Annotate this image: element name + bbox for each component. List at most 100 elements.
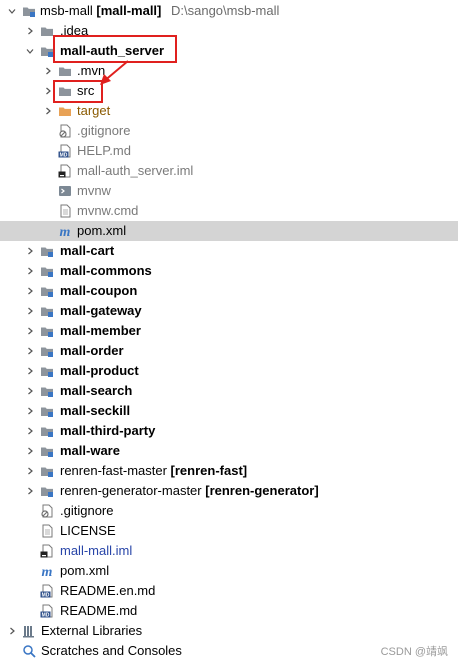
tree-row-renren-generator[interactable]: renren-generator-master [renren-generato… xyxy=(0,481,458,501)
tree-row-module[interactable]: mall-member xyxy=(0,321,458,341)
tree-row-readme-en[interactable]: README.en.md xyxy=(0,581,458,601)
module-folder-icon xyxy=(40,444,54,458)
chevron-right-icon[interactable] xyxy=(24,321,36,341)
text-file-icon xyxy=(40,524,54,538)
chevron-right-icon[interactable] xyxy=(24,261,36,281)
tree-item-label: .gitignore xyxy=(77,123,131,138)
tree-item-label: mvnw.cmd xyxy=(77,203,139,218)
folder-icon xyxy=(40,24,54,38)
module-name: [renren-generator] xyxy=(205,483,319,498)
chevron-right-icon[interactable] xyxy=(24,301,36,321)
tree-item-label: mall-member xyxy=(60,323,141,338)
chevron-right-icon[interactable] xyxy=(24,461,36,481)
folder-icon xyxy=(58,64,72,78)
tree-item-label: pom.xml xyxy=(60,563,110,578)
tree-row-renren-fast[interactable]: renren-fast-master [renren-fast] xyxy=(0,461,458,481)
chevron-right-icon[interactable] xyxy=(24,21,36,41)
tree-row-mvnw-cmd[interactable]: mvnw.cmd xyxy=(0,201,458,221)
tree-item-label: mall-cart xyxy=(60,243,115,258)
chevron-right-icon[interactable] xyxy=(24,481,36,501)
module-folder-icon xyxy=(40,364,54,378)
tree-row-target[interactable]: target xyxy=(0,101,458,121)
module-folder-icon xyxy=(40,484,54,498)
tree-item-label: .mvn xyxy=(77,63,106,78)
libraries-icon xyxy=(22,624,36,638)
tree-row-module[interactable]: mall-product xyxy=(0,361,458,381)
tree-row-root-pom[interactable]: pom.xml xyxy=(0,561,458,581)
chevron-right-icon[interactable] xyxy=(24,341,36,361)
module-folder-icon xyxy=(40,264,54,278)
chevron-right-icon[interactable] xyxy=(24,381,36,401)
markdown-file-icon xyxy=(40,584,54,598)
chevron-down-icon[interactable] xyxy=(6,1,18,21)
tree-item-label: mall-seckill xyxy=(60,403,131,418)
tree-item-label: Scratches and Consoles xyxy=(41,643,182,658)
tree-item-label: renren-generator-master xyxy=(60,483,202,498)
tree-item-label: .gitignore xyxy=(60,503,114,518)
tree-item-label: mall-mall.iml xyxy=(60,543,133,558)
tree-item-label: mall-third-party xyxy=(60,423,156,438)
chevron-right-icon[interactable] xyxy=(6,621,18,641)
tree-item-label: mall-product xyxy=(60,363,139,378)
tree-row-help[interactable]: HELP.md xyxy=(0,141,458,161)
tree-item-label: mall-search xyxy=(60,383,133,398)
chevron-right-icon[interactable] xyxy=(42,61,54,81)
module-folder-icon xyxy=(40,304,54,318)
text-file-icon xyxy=(58,204,72,218)
tree-row-readme[interactable]: README.md xyxy=(0,601,458,621)
tree-row-auth-pom[interactable]: pom.xml xyxy=(0,221,458,241)
tree-row-root-gitignore[interactable]: .gitignore xyxy=(0,501,458,521)
tree-row-module[interactable]: mall-third-party xyxy=(0,421,458,441)
tree-item-label: External Libraries xyxy=(41,623,143,638)
excluded-folder-icon xyxy=(58,104,72,118)
tree-row-mvn[interactable]: .mvn xyxy=(0,61,458,81)
module-folder-icon xyxy=(40,384,54,398)
chevron-right-icon[interactable] xyxy=(24,241,36,261)
tree-row-module[interactable]: mall-ware xyxy=(0,441,458,461)
tree-item-label: mall-coupon xyxy=(60,283,138,298)
module-folder-icon xyxy=(40,284,54,298)
annotation-box-auth-server xyxy=(53,35,177,63)
tree-row-module[interactable]: mall-coupon xyxy=(0,281,458,301)
chevron-right-icon[interactable] xyxy=(24,441,36,461)
module-folder-icon xyxy=(22,4,36,18)
maven-icon xyxy=(40,564,54,578)
tree-row-auth-iml[interactable]: mall-auth_server.iml xyxy=(0,161,458,181)
gitignore-file-icon xyxy=(58,124,72,138)
tree-row-root-iml[interactable]: mall-mall.iml xyxy=(0,541,458,561)
markdown-file-icon xyxy=(40,604,54,618)
gitignore-file-icon xyxy=(40,504,54,518)
tree-item-label: README.md xyxy=(60,603,138,618)
tree-row-root[interactable]: msb-mall [mall-mall] D:\sango\msb-mall xyxy=(0,1,458,21)
tree-row-module[interactable]: mall-cart xyxy=(0,241,458,261)
chevron-right-icon[interactable] xyxy=(24,281,36,301)
scratches-icon xyxy=(22,644,36,658)
chevron-right-icon[interactable] xyxy=(24,421,36,441)
chevron-down-icon[interactable] xyxy=(24,41,36,61)
tree-item-label: LICENSE xyxy=(60,523,116,538)
tree-row-auth-gitignore[interactable]: .gitignore xyxy=(0,121,458,141)
tree-item-label: README.en.md xyxy=(60,583,156,598)
tree-item-label: mall-order xyxy=(60,343,124,358)
tree-row-mvnw[interactable]: mvnw xyxy=(0,181,458,201)
terminal-file-icon xyxy=(58,184,72,198)
tree-item-label: mall-commons xyxy=(60,263,152,278)
tree-item-label: mall-gateway xyxy=(60,303,142,318)
tree-item-label: HELP.md xyxy=(77,143,131,158)
tree-row-module[interactable]: mall-commons xyxy=(0,261,458,281)
maven-icon xyxy=(58,224,72,238)
iml-file-icon xyxy=(58,164,72,178)
tree-row-external-libraries[interactable]: External Libraries xyxy=(0,621,458,641)
chevron-right-icon[interactable] xyxy=(24,361,36,381)
tree-row-module[interactable]: mall-search xyxy=(0,381,458,401)
root-module-name: [mall-mall] xyxy=(96,3,162,18)
module-folder-icon xyxy=(40,424,54,438)
chevron-right-icon[interactable] xyxy=(24,401,36,421)
tree-row-module[interactable]: mall-gateway xyxy=(0,301,458,321)
chevron-right-icon[interactable] xyxy=(42,101,54,121)
tree-row-module[interactable]: mall-seckill xyxy=(0,401,458,421)
tree-row-license[interactable]: LICENSE xyxy=(0,521,458,541)
annotation-box-src xyxy=(53,80,103,103)
tree-item-label: target xyxy=(77,103,111,118)
tree-row-module[interactable]: mall-order xyxy=(0,341,458,361)
